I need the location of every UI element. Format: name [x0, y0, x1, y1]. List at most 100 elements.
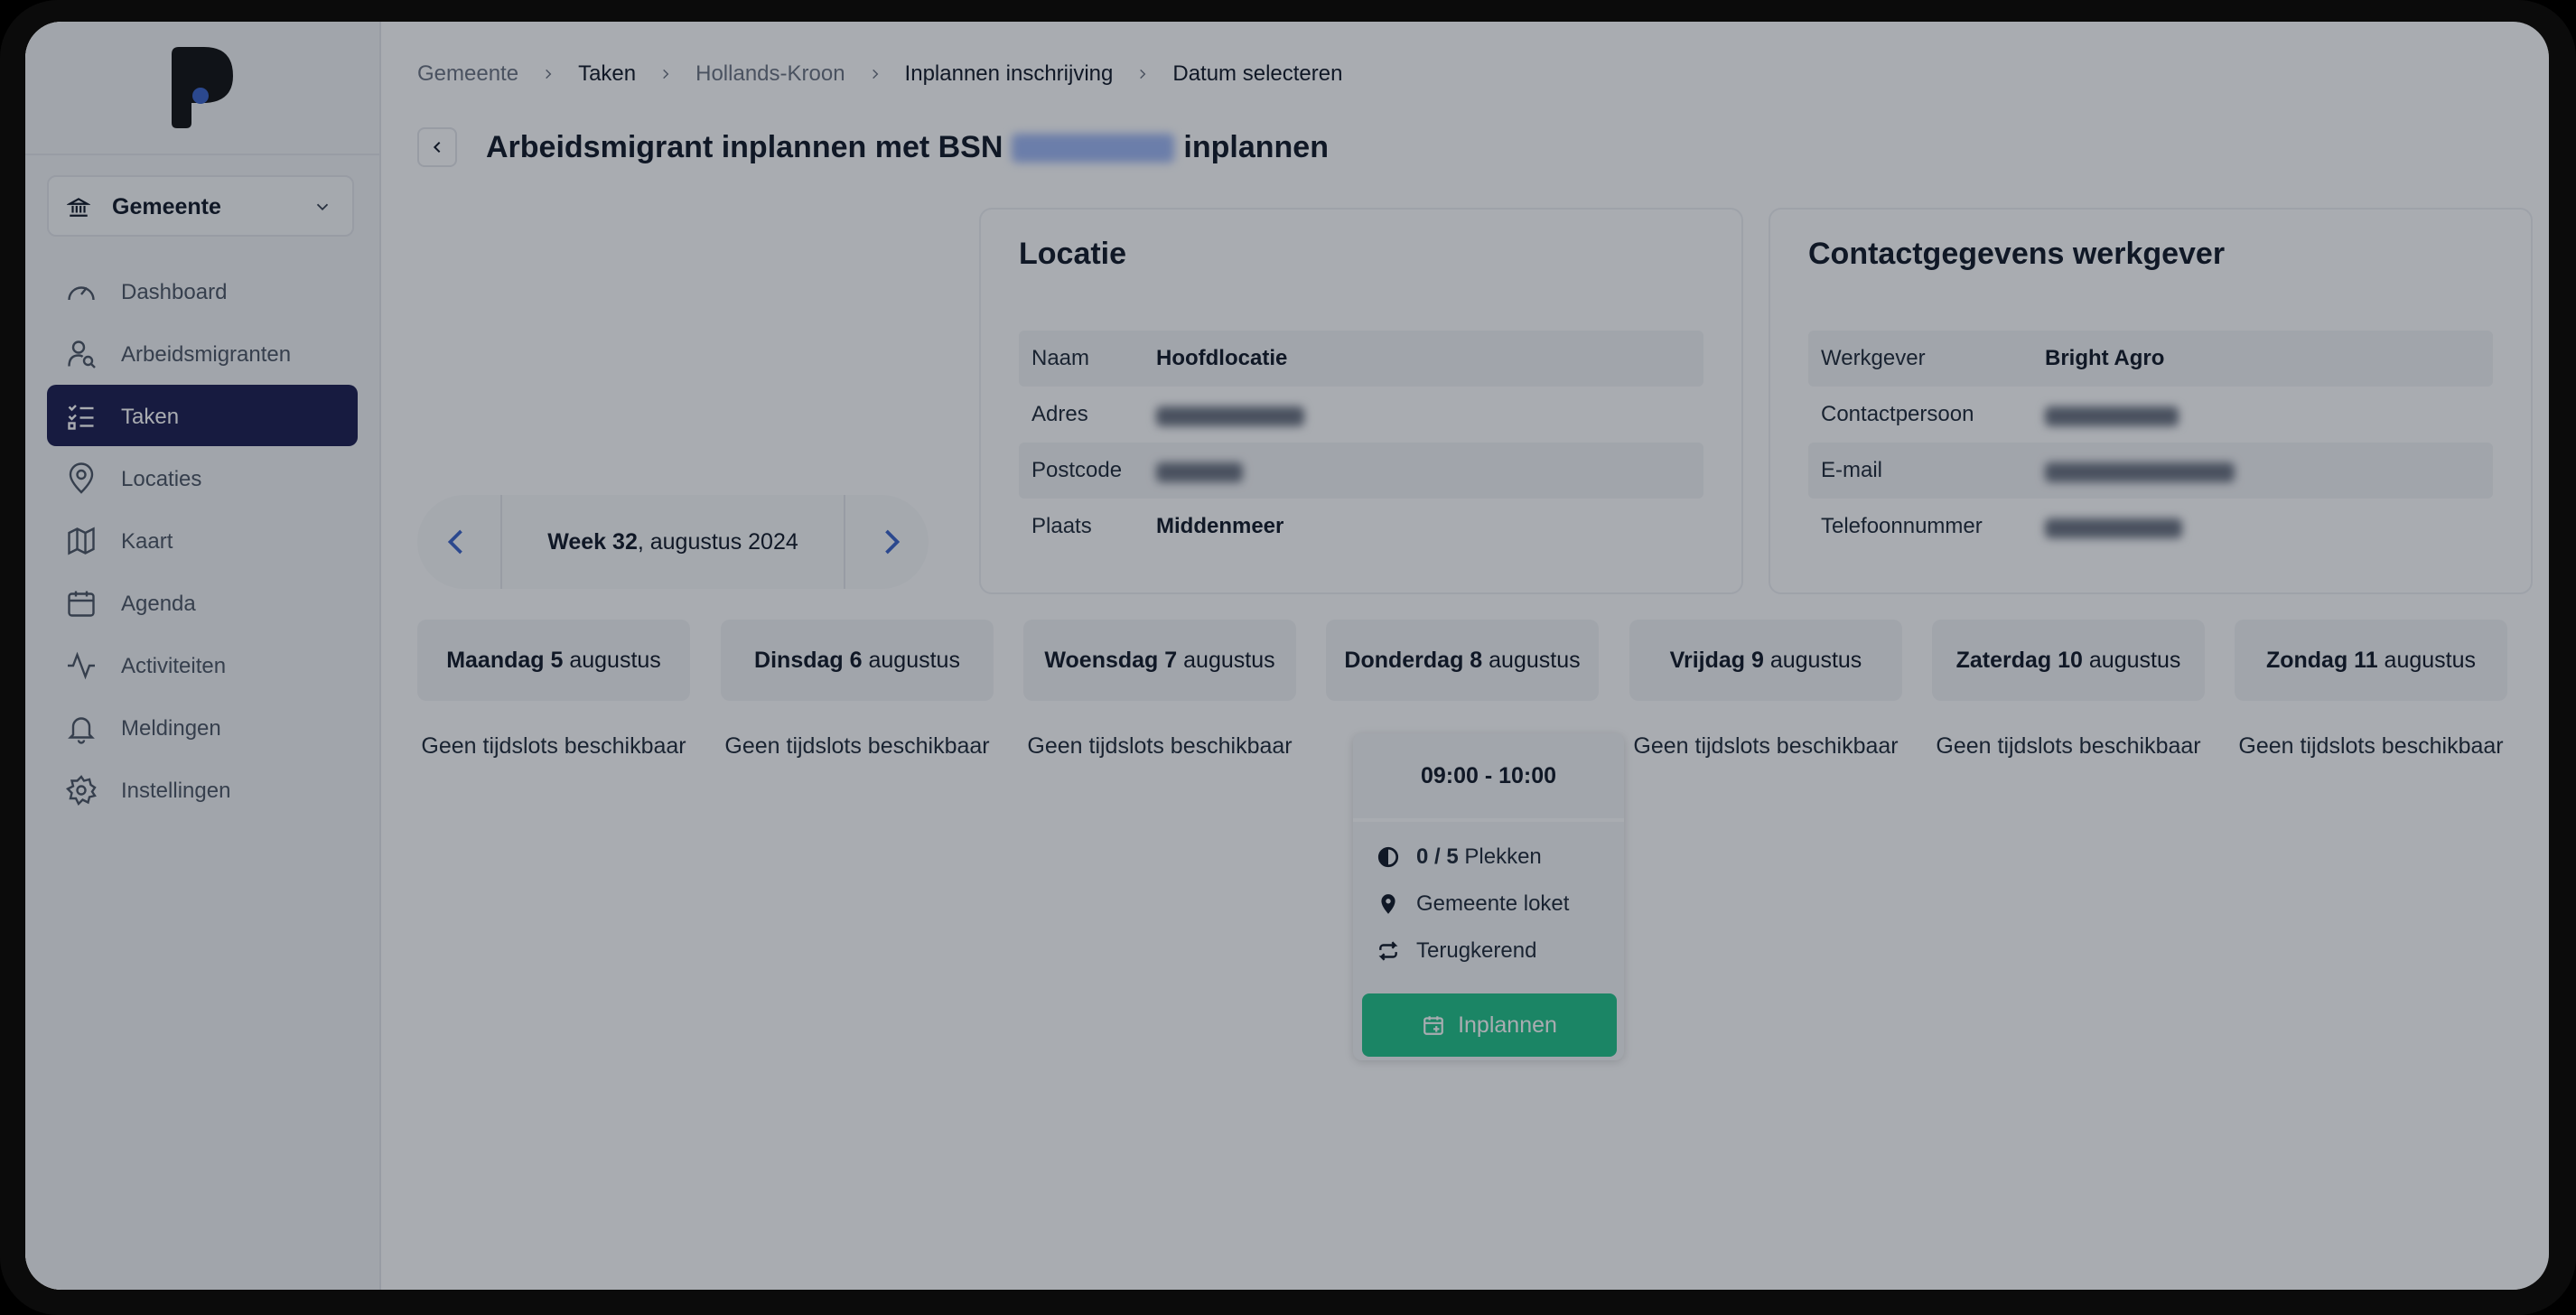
row-value: Hoofdlocatie — [1156, 346, 1288, 370]
sidebar-item-locaties[interactable]: Locaties — [47, 447, 358, 508]
contact-row-telefoon: Telefoonnummer — [1808, 499, 2493, 555]
page-title-suffix: inplannen — [1183, 130, 1329, 164]
no-timeslots-text: Geen tijdslots beschikbaar — [1027, 733, 1293, 759]
divider — [500, 495, 502, 589]
week-month: , augustus 2024 — [637, 529, 798, 555]
day-name: Zondag 11 — [2265, 648, 2378, 673]
gauge-icon — [68, 286, 95, 301]
location-card-title: Locatie — [1019, 237, 1127, 271]
next-week-button[interactable] — [874, 526, 907, 558]
page-title: Arbeidsmigrant inplannen met BSN inplann… — [486, 130, 1329, 165]
contact-row-email: E-mail — [1808, 443, 2493, 499]
redacted-value — [1156, 462, 1243, 482]
chevron-right-icon — [663, 69, 669, 79]
back-button[interactable] — [417, 127, 457, 167]
row-key: Telefoonnummer — [1821, 514, 1983, 538]
timeslot-card[interactable]: 09:00 - 10:00 0 / 5 Plekken Gemeente lok… — [1353, 733, 1624, 1060]
sidebar-item-label: Meldingen — [121, 716, 221, 741]
sidebar-item-kaart[interactable]: Kaart — [47, 509, 358, 571]
contact-card-title: Contactgegevens werkgever — [1808, 237, 2226, 271]
day-month: augustus — [2082, 648, 2181, 673]
recurrence-text: Terugkerend — [1416, 938, 1537, 963]
sidebar-item-label: Instellingen — [121, 779, 231, 803]
redacted-value — [2045, 406, 2179, 426]
bsn-redacted — [1012, 133, 1175, 163]
row-key: Adres — [1031, 402, 1088, 426]
week-navigator: Week 32, augustus 2024 — [417, 495, 929, 589]
timeslot-capacity: 0 / 5 Plekken — [1377, 844, 1542, 871]
sidebar-item-arbeidsmigranten[interactable]: Arbeidsmigranten — [47, 322, 358, 384]
day-name: Maandag 5 — [446, 648, 564, 673]
sidebar-item-taken[interactable]: Taken — [47, 385, 358, 446]
sidebar-item-instellingen[interactable]: Instellingen — [47, 759, 358, 820]
chevron-left-icon — [433, 141, 441, 154]
day-name: Zaterdag 10 — [1955, 648, 2083, 673]
day-name: Vrijdag 9 — [1669, 648, 1764, 673]
day-header-friday: Vrijdag 9 augustus — [1629, 620, 1902, 701]
day-name: Donderdag 8 — [1344, 648, 1483, 673]
device-frame: Gemeente Dashboard Arbeidsmigranten Take… — [0, 0, 2576, 1315]
day-name: Dinsdag 6 — [754, 648, 863, 673]
sidebar-item-dashboard[interactable]: Dashboard — [47, 260, 358, 322]
no-timeslots-text: Geen tijdslots beschikbaar — [724, 733, 990, 759]
day-month: augustus — [1482, 648, 1581, 673]
capacity-label: Plekken — [1464, 844, 1542, 869]
chevron-right-icon — [546, 69, 552, 79]
day-header-sunday: Zondag 11 augustus — [2235, 620, 2507, 701]
day-header-tuesday: Dinsdag 6 augustus — [721, 620, 994, 701]
chevron-down-icon — [316, 203, 329, 211]
contact-row-werkgever: Werkgever Bright Agro — [1808, 331, 2493, 387]
sidebar-item-label: Agenda — [121, 592, 196, 616]
day-month: augustus — [2377, 648, 2477, 673]
page-title-prefix: Arbeidsmigrant inplannen met BSN — [486, 130, 1003, 164]
location-card: Locatie Naam Hoofdlocatie Adres Postcode… — [979, 208, 1743, 594]
user-search-icon — [68, 340, 96, 368]
tenant-select[interactable]: Gemeente — [47, 175, 354, 237]
timeslot-time: 09:00 - 10:00 — [1353, 733, 1624, 822]
main-content: Gemeente Taken Hollands-Kroon Inplannen … — [379, 22, 2549, 1290]
bank-icon — [67, 198, 90, 217]
breadcrumb-hollands-kroon[interactable]: Hollands-Kroon — [695, 61, 845, 87]
location-text: Gemeente loket — [1416, 891, 1570, 916]
sidebar-item-label: Locaties — [121, 467, 202, 491]
day-header-saturday: Zaterdag 10 augustus — [1932, 620, 2205, 701]
sidebar-item-label: Activiteiten — [121, 654, 227, 678]
sidebar-item-label: Arbeidsmigranten — [121, 342, 292, 367]
no-timeslots-text: Geen tijdslots beschikbaar — [1936, 733, 2201, 759]
row-key: Werkgever — [1821, 346, 1926, 370]
row-value: Middenmeer — [1156, 514, 1284, 538]
breadcrumb-inplannen[interactable]: Inplannen inschrijving — [905, 61, 1114, 87]
redacted-value — [2045, 462, 2235, 482]
day-month: augustus — [862, 648, 960, 673]
chevron-right-icon — [1140, 69, 1146, 79]
sidebar-item-meldingen[interactable]: Meldingen — [47, 696, 358, 758]
redacted-value — [2045, 518, 2182, 538]
sidebar-item-label: Taken — [121, 405, 180, 429]
row-key: E-mail — [1821, 458, 1883, 482]
sidebar-item-agenda[interactable]: Agenda — [47, 572, 358, 633]
inplannen-button[interactable]: Inplannen — [1362, 993, 1617, 1057]
sidebar-nav: Dashboard Arbeidsmigranten Taken Locatie… — [47, 260, 358, 821]
row-key: Contactpersoon — [1821, 402, 1974, 426]
chevron-right-icon — [872, 69, 878, 79]
app-screen: Gemeente Dashboard Arbeidsmigranten Take… — [25, 22, 2549, 1290]
day-header-wednesday: Woensdag 7 augustus — [1023, 620, 1296, 701]
previous-week-button[interactable] — [441, 526, 473, 558]
sidebar-item-activiteiten[interactable]: Activiteiten — [47, 634, 358, 695]
day-name: Woensdag 7 — [1044, 648, 1178, 673]
app-logo[interactable] — [168, 45, 237, 130]
row-key: Postcode — [1031, 458, 1123, 482]
tenant-label: Gemeente — [112, 194, 221, 219]
contact-card: Contactgegevens werkgever Werkgever Brig… — [1769, 208, 2533, 594]
sidebar-item-label: Kaart — [121, 529, 173, 554]
contact-row-contactpersoon: Contactpersoon — [1808, 387, 2493, 443]
no-timeslots-text: Geen tijdslots beschikbaar — [1633, 733, 1899, 759]
calendar-icon — [68, 591, 95, 617]
row-value: Bright Agro — [2045, 346, 2165, 370]
breadcrumb-gemeente[interactable]: Gemeente — [417, 61, 518, 87]
sidebar-item-label: Dashboard — [121, 280, 228, 304]
bell-icon — [68, 717, 95, 744]
week-number: Week 32 — [547, 529, 638, 555]
breadcrumb-taken[interactable]: Taken — [578, 61, 636, 87]
no-timeslots-text: Geen tijdslots beschikbaar — [2238, 733, 2504, 759]
